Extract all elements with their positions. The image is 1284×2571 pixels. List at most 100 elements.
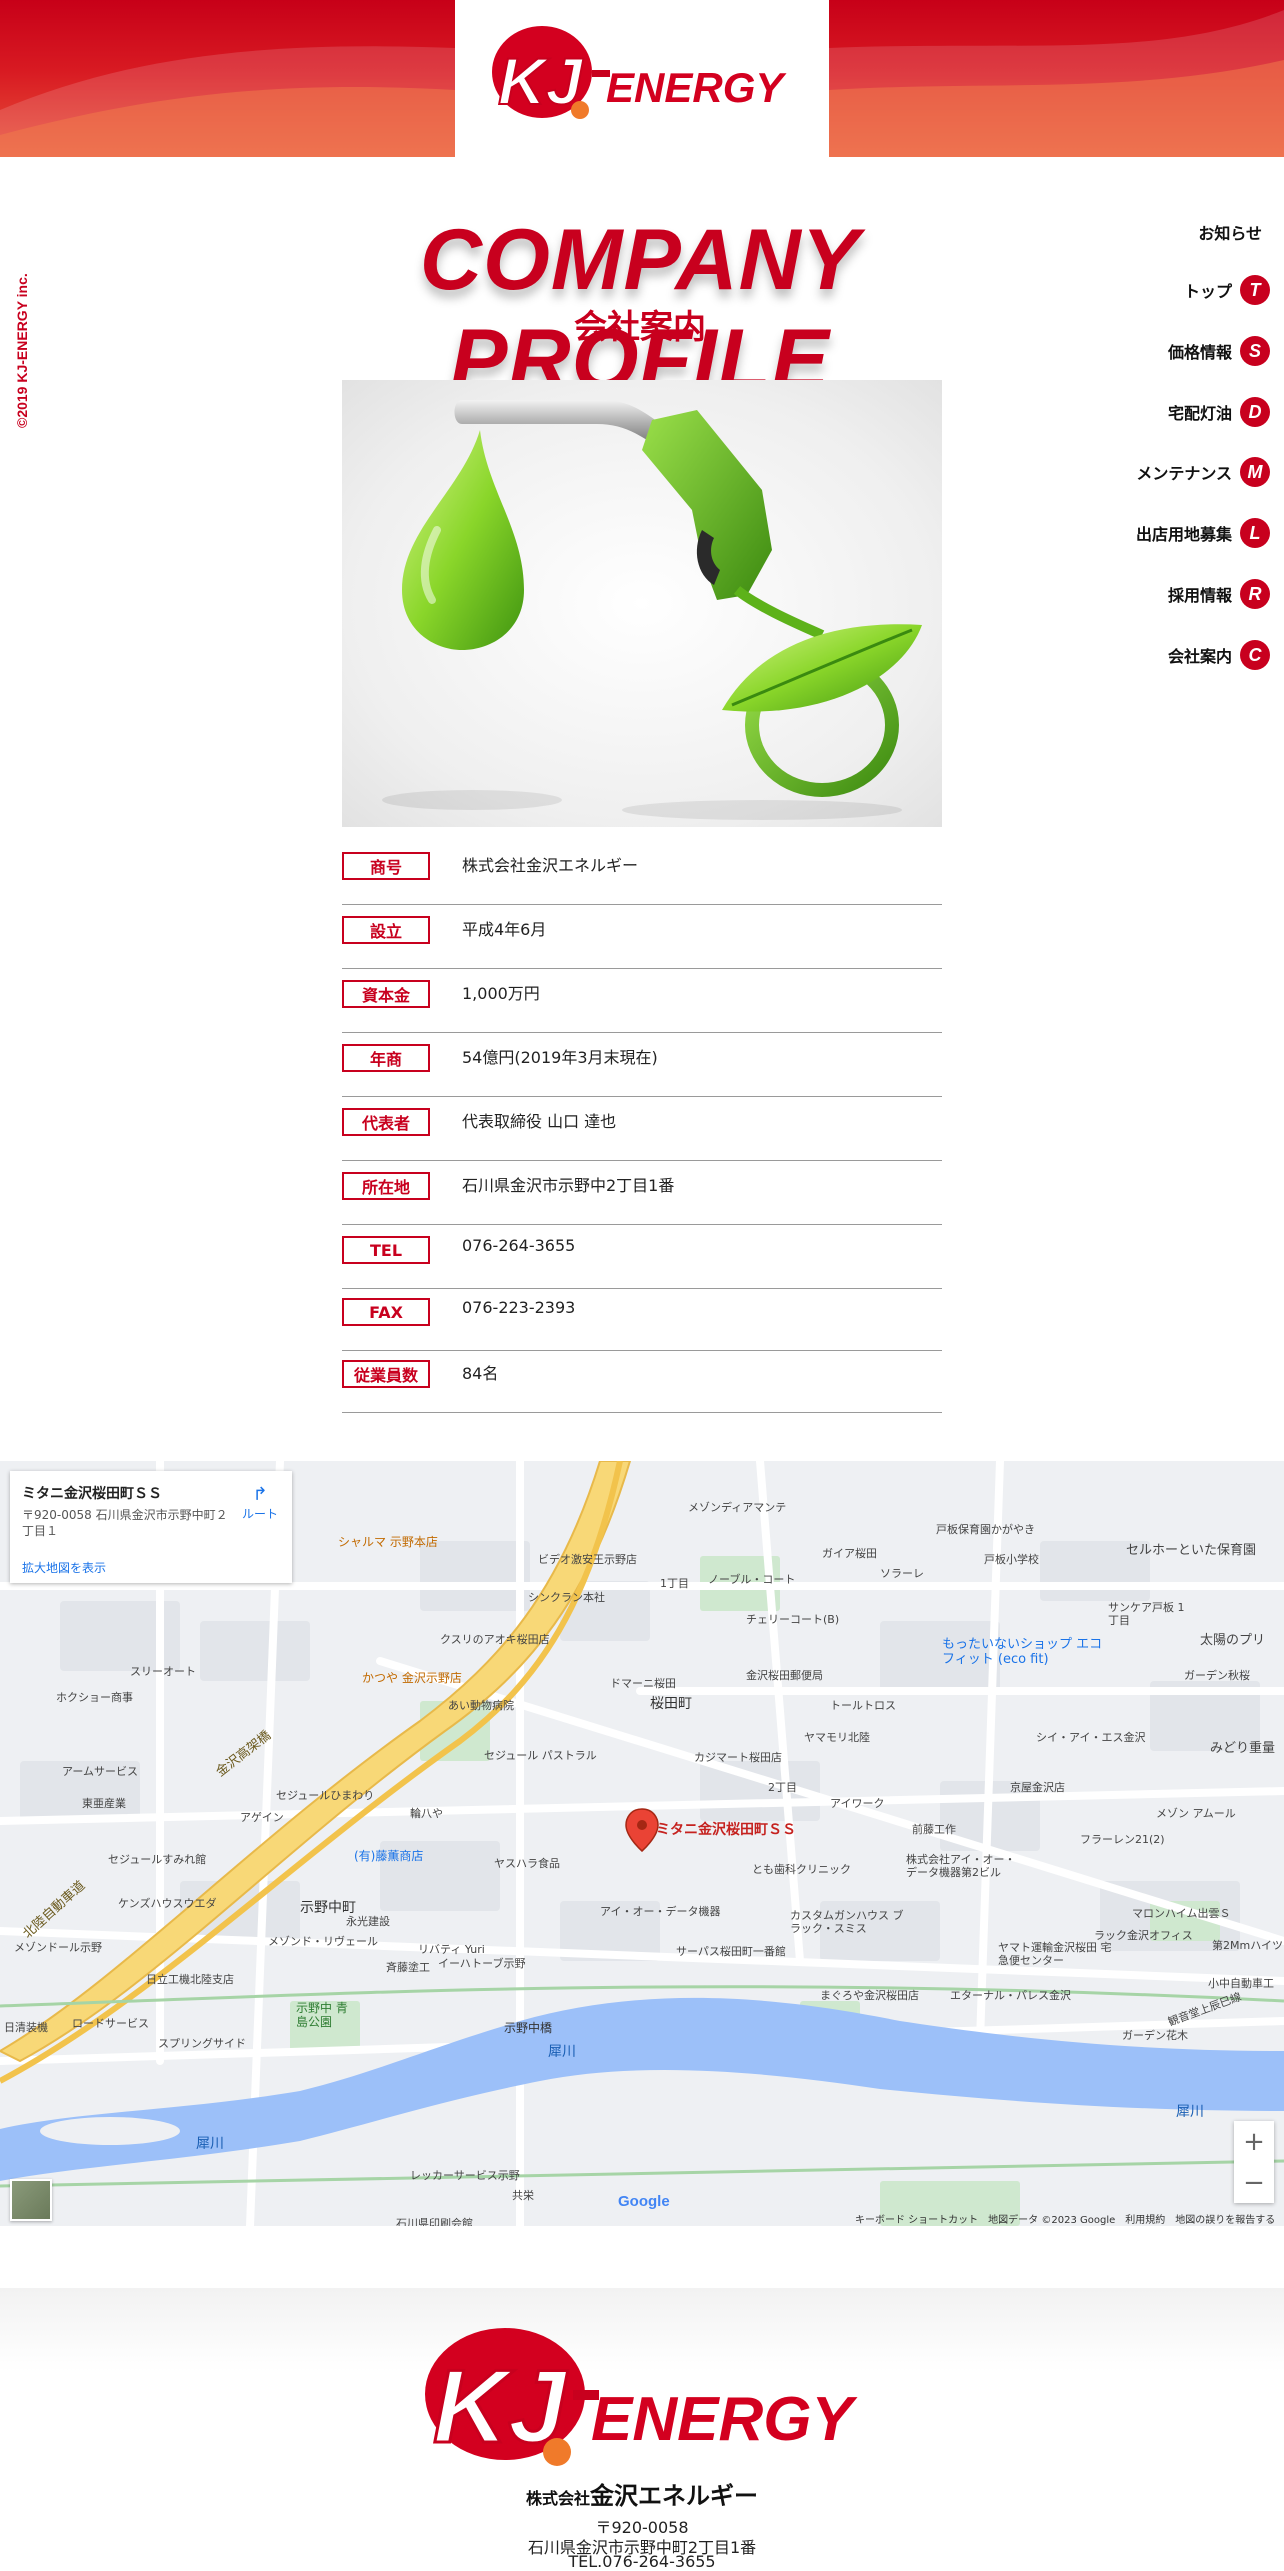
- map-label: セジュールすみれ館: [108, 1853, 207, 1866]
- nav-item-delivery[interactable]: 宅配灯油 D: [1168, 395, 1270, 429]
- info-value: 代表取締役 山口 達也: [462, 1112, 617, 1131]
- copyright-vertical: ©2019 KJ-ENERGY inc.: [12, 273, 32, 440]
- nav-label: トップ: [1183, 282, 1232, 301]
- map-label: ソラーレ: [880, 1567, 924, 1580]
- zoom-controls: + −: [1234, 2121, 1274, 2203]
- map-label: 太陽のプリ: [1200, 1633, 1266, 1648]
- nav-badge: M: [1240, 457, 1270, 487]
- place-address: 〒920-0058 石川県金沢市示野中町２丁目１: [22, 1508, 228, 1538]
- nav-item-price[interactable]: 価格情報 S: [1168, 334, 1270, 368]
- map-label: ヤマモリ北陸: [804, 1731, 870, 1744]
- info-value: 1,000万円: [462, 984, 540, 1003]
- nav-item-land[interactable]: 出店用地募集 L: [1136, 516, 1270, 550]
- map-place-card: ミタニ金沢桜田町ＳＳ 〒920-0058 石川県金沢市示野中町２丁目１ 拡大地図…: [10, 1471, 292, 1583]
- directions-icon: ↱: [252, 1484, 268, 1505]
- map-label: もったいないショップ エコフィット (eco fit): [942, 1637, 1103, 1667]
- google-logo: Google: [618, 2193, 670, 2210]
- map-label: 示野中 青島公園: [296, 2001, 348, 2029]
- map-label: アゲイン: [240, 1811, 284, 1824]
- map-label: 2丁目: [768, 1781, 797, 1794]
- site-header: KJ ENERGY: [0, 0, 1284, 157]
- map-label: あい動物病院: [448, 1699, 514, 1712]
- map-label: メゾンディアマンテ: [688, 1501, 787, 1514]
- map-label: 石川県印刷会館: [396, 2217, 473, 2226]
- nav-badge: S: [1240, 336, 1270, 366]
- page-subtitle: 会社案内: [574, 307, 706, 346]
- map-label: チェリーコート(B): [746, 1613, 840, 1626]
- nav-item-maintenance[interactable]: メンテナンス M: [1136, 455, 1270, 489]
- map-label: 前藤工作: [912, 1823, 956, 1836]
- map-label: カジマート桜田店: [694, 1751, 782, 1764]
- info-value: 54億円(2019年3月末現在): [462, 1048, 658, 1067]
- map-label: ラック金沢オフィス: [1094, 1929, 1193, 1942]
- map-label: まぐろや金沢桜田店: [820, 1989, 919, 2002]
- map-label: フラーレン21(2): [1080, 1833, 1165, 1846]
- map-attribution[interactable]: キーボード ショートカット 地図データ ©2023 Google 利用規約 地図…: [855, 2211, 1275, 2226]
- zoom-out-button[interactable]: −: [1234, 2162, 1274, 2203]
- site-logo[interactable]: KJ ENERGY: [480, 22, 810, 134]
- info-label: 年商: [342, 1044, 430, 1072]
- map-label: 斉藤塗工: [386, 1961, 430, 1974]
- map-label: シイ・アイ・エス金沢: [1036, 1731, 1146, 1744]
- place-name: ミタニ金沢桜田町ＳＳ: [22, 1486, 162, 1502]
- map-label: 犀川: [1176, 2104, 1204, 2120]
- map-label: 京屋金沢店: [1010, 1781, 1065, 1794]
- map-label: 共栄: [512, 2189, 534, 2202]
- info-label: TEL: [342, 1236, 430, 1264]
- footer-company-name: 株式会社金沢エネルギー: [0, 2476, 1284, 2511]
- zoom-in-button[interactable]: +: [1234, 2121, 1274, 2162]
- nav-badge: L: [1240, 518, 1270, 548]
- footer-tel[interactable]: TEL.076-264-3655: [0, 2552, 1284, 2571]
- info-label: 代表者: [342, 1108, 430, 1136]
- route-button[interactable]: ↱ ルート: [236, 1485, 284, 1522]
- map-label: トールトロス: [830, 1699, 896, 1712]
- info-value: 076-264-3655: [462, 1236, 576, 1255]
- map-label: スプリングサイド: [158, 2037, 246, 2050]
- map-label: アームサービス: [62, 1765, 139, 1778]
- company-name: 金沢エネルギー: [590, 2482, 758, 2510]
- enlarge-map-link[interactable]: 拡大地図を表示: [22, 1559, 106, 1576]
- nav-label: 宅配灯油: [1167, 404, 1232, 423]
- nav-news[interactable]: お知らせ: [1198, 215, 1270, 249]
- map-label: ヤスハラ食品: [494, 1857, 560, 1870]
- svg-text:KJ: KJ: [498, 44, 584, 118]
- map-label: 株式会社アイ・オー・ データ機器第2ビル: [906, 1853, 1016, 1879]
- info-value: 076-223-2393: [462, 1298, 576, 1317]
- info-row: FAX 076-223-2393: [342, 1286, 942, 1351]
- map-label: 犀川: [548, 2044, 576, 2060]
- google-map[interactable]: 桜田町 示野中町 犀川 犀川 犀川 金沢高架橋 北陸自動車道 示野中橋 かつや …: [0, 1461, 1284, 2226]
- map-label: アイ・オー・データ機器: [600, 1905, 721, 1918]
- map-pin-label[interactable]: ミタニ金沢桜田町ＳＳ: [656, 1819, 796, 1839]
- info-row: 所在地 石川県金沢市示野中2丁目1番: [342, 1160, 942, 1225]
- info-label: 商号: [342, 852, 430, 880]
- map-label: ホクショー商事: [56, 1691, 133, 1704]
- site-footer: KJ ENERGY 株式会社金沢エネルギー 〒920-0058 石川県金沢市示野…: [0, 2288, 1284, 2571]
- nav-item-recruit[interactable]: 採用情報 R: [1168, 577, 1270, 611]
- footer-logo[interactable]: KJ ENERGY: [405, 2324, 879, 2474]
- map-label: かつや 金沢示野店: [362, 1671, 462, 1685]
- map-label: ビデオ激安王示野店: [538, 1553, 637, 1566]
- map-label: 永光建設: [346, 1915, 390, 1928]
- nav-badge: C: [1240, 640, 1270, 670]
- map-label: シャルマ 示野本店: [338, 1535, 438, 1549]
- map-label: 日清装機: [4, 2021, 48, 2034]
- route-label: ルート: [241, 1507, 278, 1521]
- map-label: シンクラン本社: [528, 1591, 605, 1604]
- satellite-toggle[interactable]: [10, 2179, 52, 2221]
- map-label: ドマーニ桜田: [610, 1677, 676, 1690]
- info-row: 代表者 代表取締役 山口 達也: [342, 1096, 942, 1161]
- info-label: 従業員数: [342, 1360, 430, 1388]
- map-label: ロードサービス: [72, 2017, 149, 2030]
- nav-item-top[interactable]: トップ T: [1184, 273, 1270, 307]
- nav-badge: R: [1240, 579, 1270, 609]
- map-label: セルホーといた保育園: [1126, 1543, 1257, 1558]
- map-label: 日立工機北陸支店: [146, 1973, 234, 1986]
- nav-item-company[interactable]: 会社案内 C: [1168, 638, 1270, 672]
- map-label: マロンハイム出雲Ｓ: [1132, 1907, 1231, 1920]
- map-label: 第2Mmハイツ: [1212, 1939, 1283, 1952]
- map-label: メゾン アムール: [1156, 1807, 1236, 1820]
- map-label: ヤマト運輸金沢桜田 宅急便センター: [998, 1941, 1112, 1967]
- map-label: 示野中橋: [504, 2021, 553, 2035]
- hero-image: [342, 380, 942, 827]
- map-label: ケンズハウスウエダ: [118, 1897, 217, 1910]
